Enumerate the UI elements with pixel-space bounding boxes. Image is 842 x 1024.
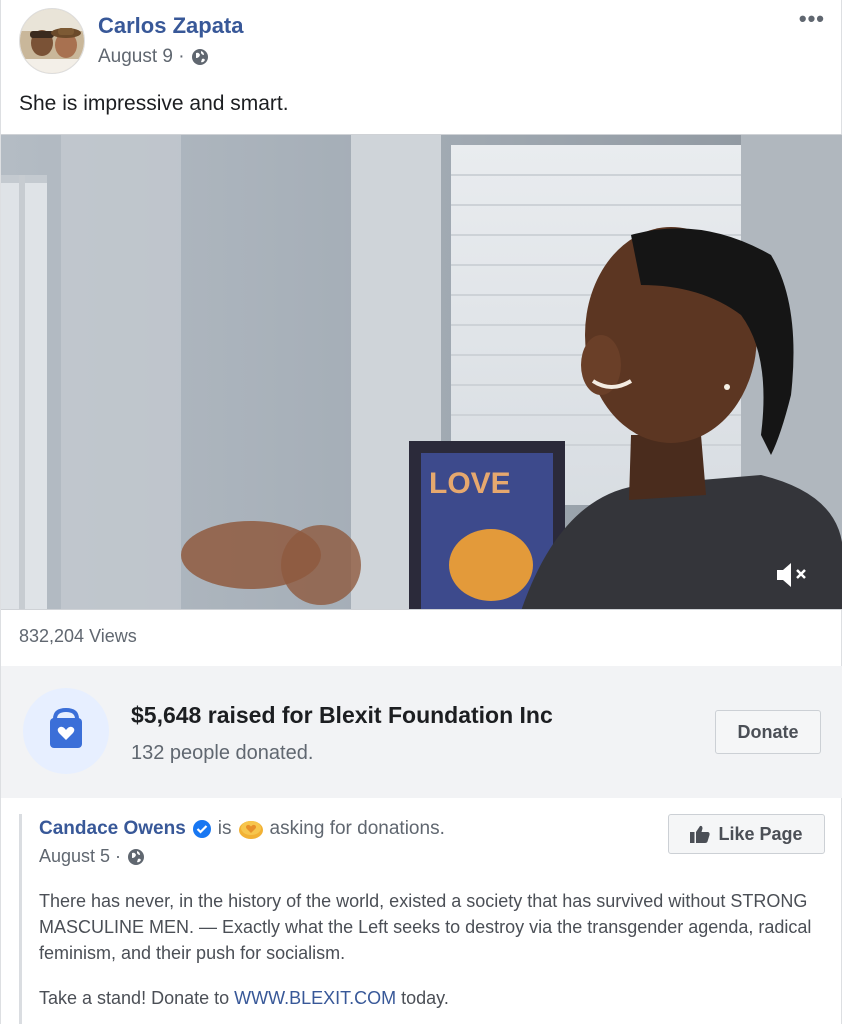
heart-coin-icon — [238, 818, 264, 840]
shared-post-meta: August 5 · — [39, 846, 145, 867]
shared-post-header: Candace Owens is asking for donations. — [39, 818, 445, 840]
fundraiser-title[interactable]: $5,648 raised for Blexit Foundation Inc — [131, 702, 553, 729]
video-view-count: 832,204 Views — [19, 626, 137, 646]
shared-is-text: is — [217, 818, 232, 839]
verified-badge-icon — [192, 819, 212, 839]
author-avatar[interactable] — [19, 8, 85, 74]
video-frame: LOVE — [1, 135, 842, 609]
shared-activity-text: asking for donations. — [269, 818, 445, 839]
more-options-icon[interactable]: ••• — [799, 6, 825, 32]
video-player[interactable]: LOVE — [1, 134, 842, 610]
poster-text: LOVE — [429, 467, 511, 500]
thumbs-up-icon — [690, 825, 711, 843]
donation-bag-icon — [23, 688, 109, 774]
author-name[interactable]: Carlos Zapata — [98, 13, 244, 39]
shared-author-name[interactable]: Candace Owens — [39, 818, 186, 840]
like-page-button[interactable]: Like Page — [668, 814, 825, 854]
blexit-link[interactable]: WWW.BLEXIT.COM — [234, 988, 396, 1008]
shared-post-date[interactable]: August 5 · — [39, 846, 121, 867]
fundraiser-banner[interactable]: $5,648 raised for Blexit Foundation Inc … — [1, 666, 842, 798]
fundraiser-donors: 132 people donated. — [131, 742, 314, 764]
shared-post-cta: Take a stand! Donate to WWW.BLEXIT.COM t… — [39, 988, 449, 1009]
cta-suffix: today. — [396, 988, 449, 1008]
globe-icon[interactable] — [127, 848, 145, 866]
post-date[interactable]: August 9 · — [98, 46, 185, 68]
cta-prefix: Take a stand! Donate to — [39, 988, 235, 1008]
globe-icon[interactable] — [191, 48, 209, 66]
facebook-post: Carlos Zapata August 9 · ••• She is impr… — [0, 0, 842, 1024]
shared-post-body: There has never, in the history of the w… — [39, 891, 812, 963]
post-caption: She is impressive and smart. — [19, 92, 289, 115]
post-meta: August 9 · — [98, 46, 209, 68]
donate-button[interactable]: Donate — [715, 710, 821, 754]
volume-muted-icon[interactable] — [773, 558, 813, 592]
shared-post: Candace Owens is asking for donations. A… — [19, 814, 842, 1024]
like-page-label: Like Page — [718, 823, 803, 844]
